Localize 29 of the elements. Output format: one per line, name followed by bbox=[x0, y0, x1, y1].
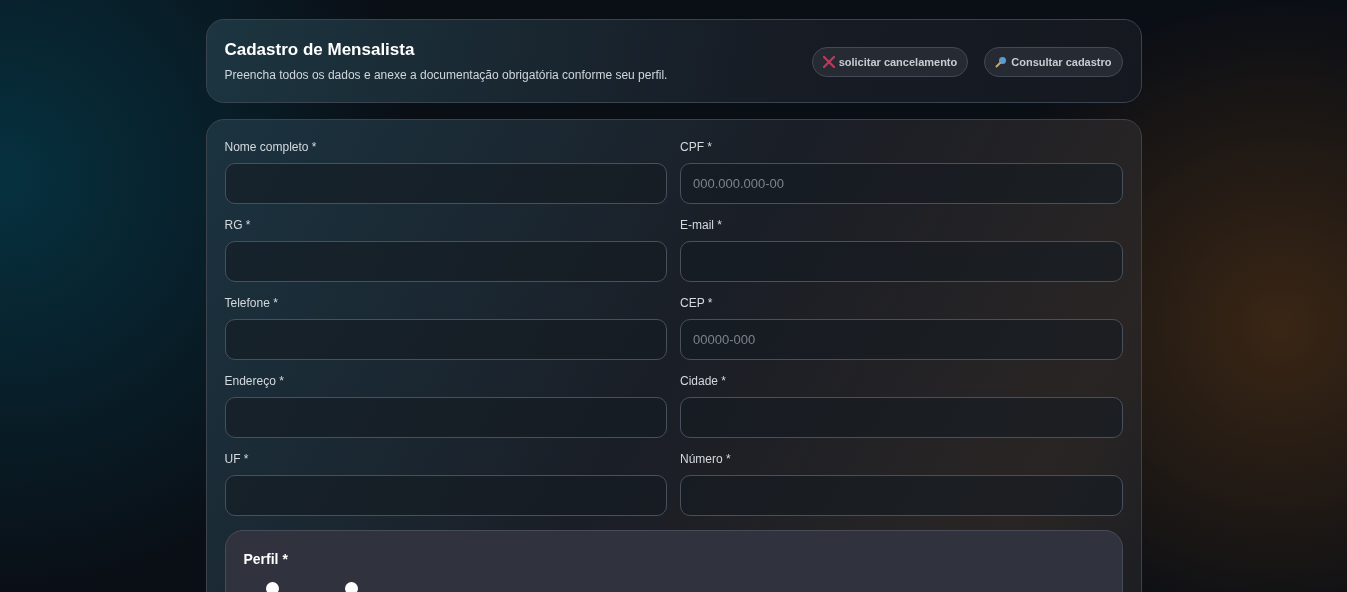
field-label: RG * bbox=[224, 217, 252, 235]
input-field[interactable] bbox=[224, 475, 667, 517]
input-field[interactable] bbox=[680, 397, 1123, 439]
radio-button[interactable] bbox=[265, 582, 279, 592]
input-field[interactable] bbox=[224, 163, 667, 205]
field-label: Telefone * bbox=[224, 295, 279, 313]
field-label: Cidade * bbox=[680, 373, 728, 391]
input-field[interactable] bbox=[680, 241, 1123, 283]
input-field[interactable]: 00000-000 bbox=[680, 319, 1123, 361]
field-label: CPF * bbox=[680, 139, 713, 157]
field-label: UF * bbox=[224, 451, 250, 469]
profile-title: Perfil * bbox=[243, 551, 289, 569]
page-title: Cadastro de Mensalista bbox=[224, 40, 416, 61]
input-field[interactable] bbox=[224, 397, 667, 439]
search-icon bbox=[995, 56, 1008, 69]
input-field[interactable]: 000.000.000-00 bbox=[680, 163, 1123, 205]
cancel-button[interactable]: solicitar cancelamento bbox=[811, 46, 969, 78]
field-label: Endereço * bbox=[224, 373, 285, 391]
radio-button[interactable] bbox=[344, 582, 358, 592]
field-label: CEP * bbox=[680, 295, 714, 313]
page-subtitle: Preencha todos os dados e anexe a documentação obrigatória conforme seu perfil. bbox=[224, 67, 668, 85]
field-label: Nome completo * bbox=[224, 139, 318, 157]
close-icon bbox=[822, 56, 835, 69]
lookup-button[interactable]: Consultar cadastro bbox=[984, 46, 1123, 78]
input-field[interactable] bbox=[680, 475, 1123, 517]
input-field[interactable] bbox=[224, 319, 667, 361]
field-label: E-mail * bbox=[680, 217, 723, 235]
field-label: Número * bbox=[680, 451, 732, 469]
input-field[interactable] bbox=[224, 241, 667, 283]
